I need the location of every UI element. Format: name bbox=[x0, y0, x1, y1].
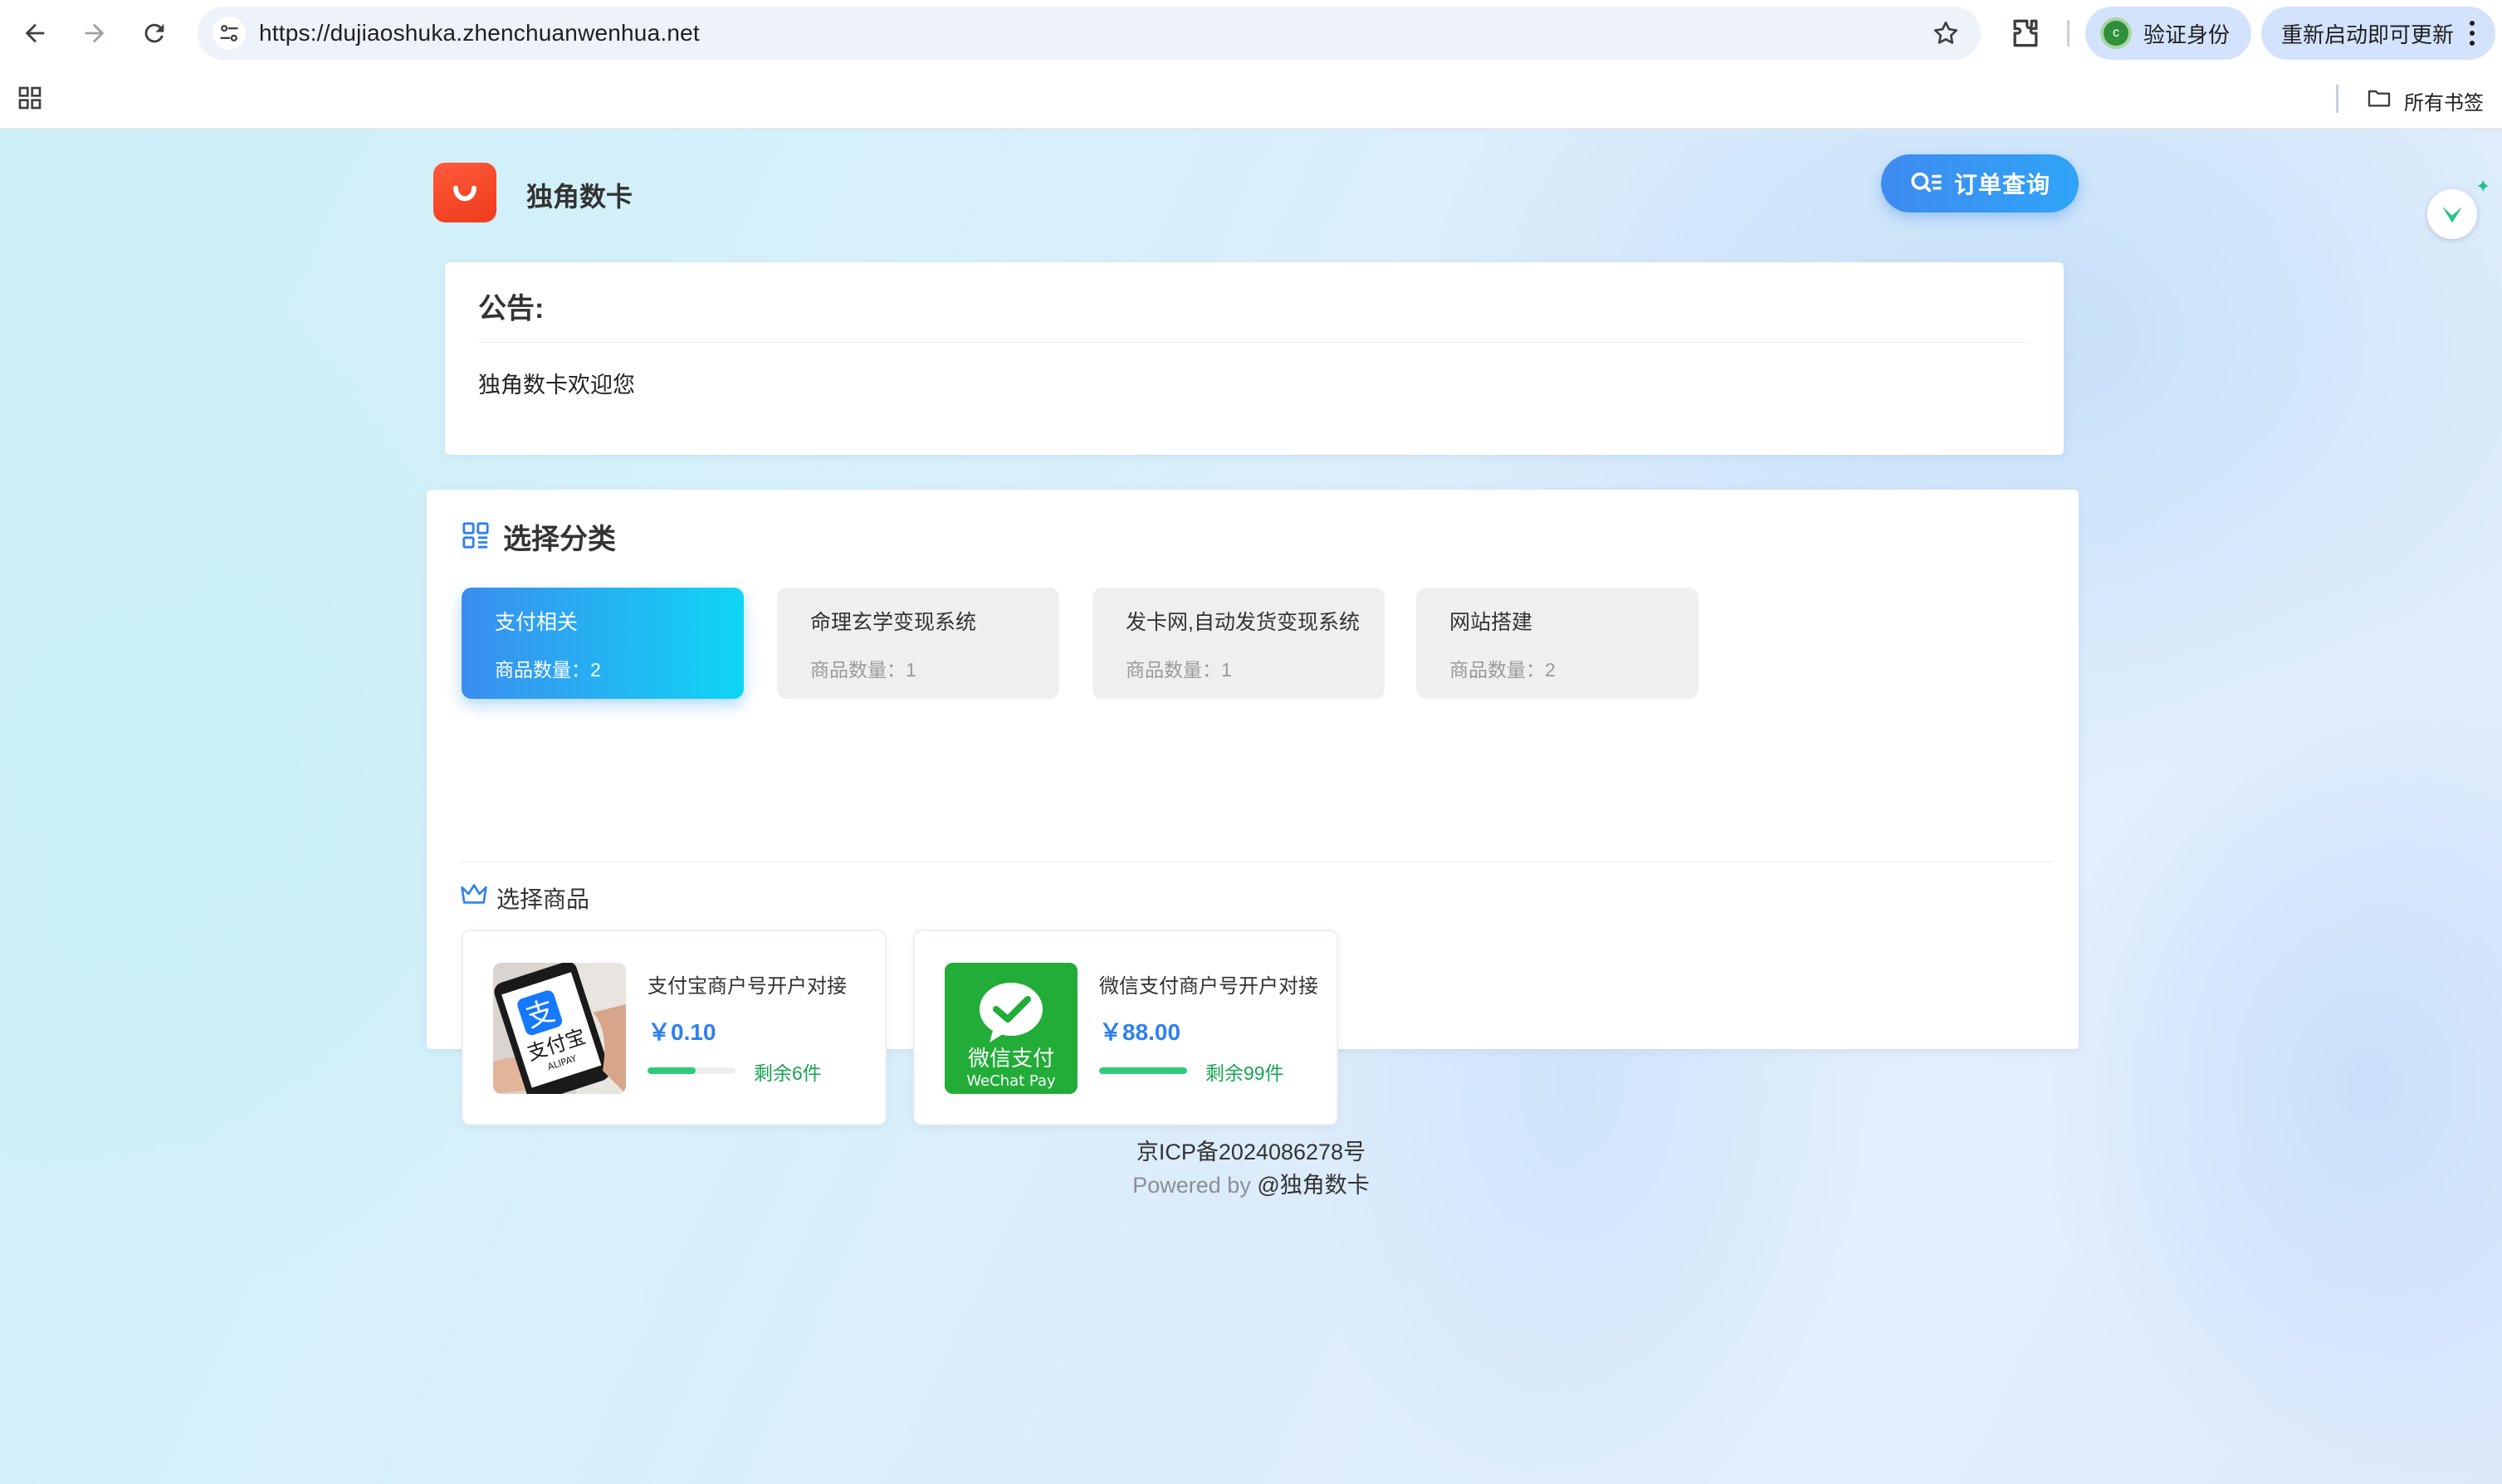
category-tile-payment[interactable]: 支付相关 商品数量：2 bbox=[462, 588, 744, 699]
category-count: 商品数量：1 bbox=[810, 659, 916, 681]
product-price: ￥88.00 bbox=[1099, 1019, 1181, 1045]
more-menu-icon[interactable] bbox=[2462, 18, 2482, 48]
stock-progress-bar bbox=[1099, 1067, 1187, 1074]
browser-toolbar: https://dujiaoshuka.zhenchuanwenhua.net … bbox=[0, 0, 2502, 66]
product-card-alipay[interactable]: 支 支付宝 ALIPAY 支付宝商户号开户对接 ￥0.10 剩余6件 bbox=[462, 930, 887, 1125]
site-name[interactable]: 独角数卡 bbox=[526, 176, 633, 214]
category-count: 商品数量：2 bbox=[495, 659, 601, 681]
wechat-pay-cn-text: 微信支付 bbox=[968, 1047, 1054, 1072]
address-bar[interactable]: https://dujiaoshuka.zhenchuanwenhua.net bbox=[198, 7, 1981, 60]
product-stock: 剩余99件 bbox=[1205, 1062, 1284, 1084]
shop-panel: 选择分类 支付相关 商品数量：2 命理玄学变现系统 商品数量：1 发卡网,自动发… bbox=[427, 490, 2079, 1125]
page-viewport: 独角数卡 订单查询 ✦ 公告: 独角数卡欢迎您 选择分类 支付相关 商品数量：2… bbox=[0, 129, 2502, 1484]
arrow-left-icon bbox=[25, 23, 45, 43]
category-name: 命理玄学变现系统 bbox=[810, 611, 977, 634]
url-text: https://dujiaoshuka.zhenchuanwenhua.net bbox=[259, 20, 700, 46]
restart-update-label: 重新启动即可更新 bbox=[2281, 22, 2455, 47]
restart-update-button[interactable]: 重新启动即可更新 bbox=[2261, 7, 2495, 60]
wechat-pay-logo-image: 微信支付 WeChat Pay bbox=[945, 963, 1078, 1094]
back-button[interactable] bbox=[15, 13, 55, 53]
product-name: 微信支付商户号开户对接 bbox=[1099, 975, 1318, 998]
crown-icon bbox=[461, 884, 487, 904]
apps-grid-icon[interactable] bbox=[17, 85, 43, 111]
sparkle-icon: ✦ bbox=[2475, 176, 2491, 197]
powered-by-prefix: Powered by bbox=[1132, 1173, 1251, 1198]
folder-icon[interactable] bbox=[2364, 85, 2394, 111]
stock-progress-bar bbox=[647, 1067, 735, 1074]
bookmarks-bar: 所有书签 bbox=[0, 66, 2502, 129]
smile-bag-icon bbox=[453, 185, 476, 202]
site-info-icon[interactable] bbox=[213, 17, 246, 50]
sidebar-extension-button[interactable] bbox=[2427, 189, 2477, 239]
announcement-card: 公告: 独角数卡欢迎您 bbox=[445, 262, 2064, 455]
category-tile-card-site[interactable]: 发卡网,自动发货变现系统 商品数量：1 bbox=[1092, 588, 1385, 699]
y-logo-icon bbox=[2442, 206, 2462, 223]
bookmark-star-icon[interactable] bbox=[1931, 18, 1961, 48]
category-count: 商品数量：2 bbox=[1449, 659, 1556, 681]
category-count: 商品数量：1 bbox=[1126, 659, 1232, 681]
search-list-icon bbox=[1911, 172, 1942, 193]
category-tile-fortune[interactable]: 命理玄学变现系统 商品数量：1 bbox=[777, 588, 1059, 699]
product-name: 支付宝商户号开户对接 bbox=[647, 975, 847, 998]
category-name: 发卡网,自动发货变现系统 bbox=[1126, 611, 1360, 634]
product-price: ￥0.10 bbox=[647, 1019, 716, 1045]
product-stock: 剩余6件 bbox=[754, 1062, 822, 1084]
category-grid-icon bbox=[462, 522, 489, 549]
extensions-puzzle-icon[interactable] bbox=[2007, 15, 2044, 51]
alipay-logo-image: 支 支付宝 ALIPAY bbox=[493, 963, 626, 1094]
announcement-title: 公告: bbox=[478, 293, 545, 325]
stock-progress-fill bbox=[647, 1067, 696, 1074]
icp-record-link[interactable]: 京ICP备2024086278号 bbox=[0, 1134, 2502, 1166]
verify-identity-button[interactable]: c 验证身份 bbox=[2085, 7, 2251, 60]
wechat-pay-en-text: WeChat Pay bbox=[966, 1072, 1056, 1090]
all-bookmarks-link[interactable]: 所有书签 bbox=[2404, 86, 2484, 115]
verify-identity-label: 验证身份 bbox=[2143, 22, 2231, 47]
order-query-button[interactable]: 订单查询 bbox=[1881, 154, 2079, 212]
powered-by-name[interactable]: @独角数卡 bbox=[1257, 1173, 1369, 1198]
site-logo[interactable] bbox=[433, 163, 496, 222]
arrow-right-icon bbox=[85, 23, 105, 43]
product-card-wechat-pay[interactable]: 微信支付 WeChat Pay 微信支付商户号开户对接 ￥88.00 剩余99件 bbox=[913, 930, 1338, 1125]
toolbar-divider bbox=[2067, 20, 2070, 46]
reload-icon bbox=[144, 23, 164, 43]
goods-section-title: 选择商品 bbox=[496, 886, 590, 912]
powered-by-text: Powered by @独角数卡 bbox=[0, 1167, 2502, 1199]
order-query-label: 订单查询 bbox=[1953, 172, 2050, 198]
forward-button[interactable] bbox=[75, 13, 115, 53]
category-section-title: 选择分类 bbox=[503, 524, 616, 555]
announcement-body: 独角数卡欢迎您 bbox=[478, 373, 635, 398]
profile-avatar: c bbox=[2100, 17, 2132, 49]
bookmarks-divider bbox=[2336, 85, 2338, 113]
category-name: 网站搭建 bbox=[1449, 611, 1533, 634]
reload-button[interactable] bbox=[134, 13, 174, 53]
category-tile-website[interactable]: 网站搭建 商品数量：2 bbox=[1416, 588, 1698, 699]
category-name: 支付相关 bbox=[495, 611, 579, 634]
stock-progress-fill bbox=[1099, 1067, 1187, 1074]
